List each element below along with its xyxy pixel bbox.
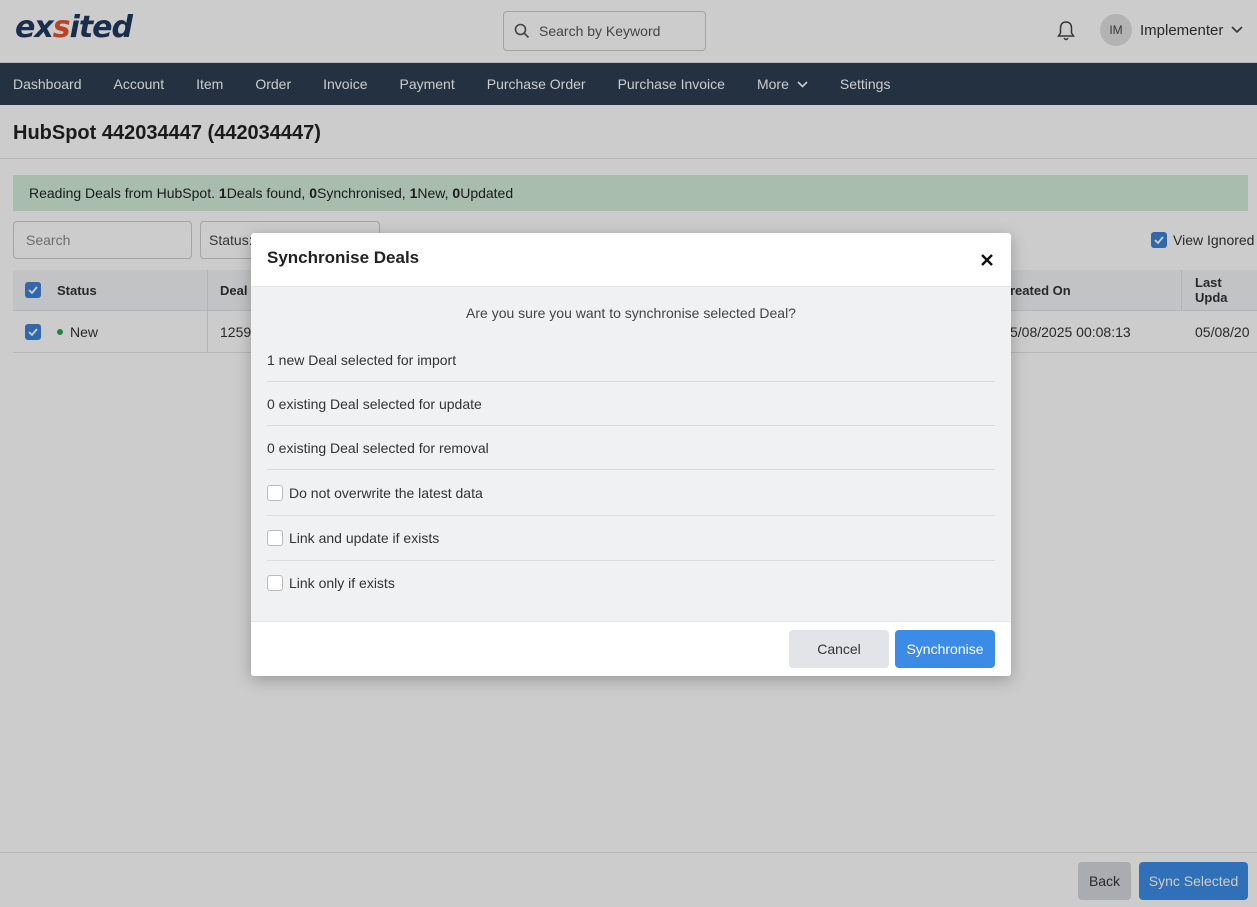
option-no-overwrite[interactable]: Do not overwrite the latest data: [267, 470, 995, 516]
summary-import: 1 new Deal selected for import: [267, 338, 995, 382]
no-overwrite-label: Do not overwrite the latest data: [289, 484, 483, 501]
cancel-button[interactable]: Cancel: [789, 630, 889, 668]
summary-removal: 0 existing Deal selected for removal: [267, 426, 995, 470]
confirm-question: Are you sure you want to synchronise sel…: [466, 305, 796, 321]
dialog-body: Are you sure you want to synchronise sel…: [251, 287, 1011, 621]
dialog-footer: Cancel Synchronise: [251, 621, 1011, 676]
dialog-title: Synchronise Deals: [267, 248, 420, 267]
option-link-update[interactable]: Link and update if exists: [267, 516, 995, 561]
link-only-label: Link only if exists: [289, 575, 395, 591]
no-overwrite-checkbox[interactable]: [267, 484, 283, 501]
synchronise-button[interactable]: Synchronise: [895, 630, 995, 668]
link-update-label: Link and update if exists: [289, 530, 440, 546]
link-only-checkbox[interactable]: [267, 575, 283, 591]
dialog-header: Synchronise Deals: [251, 233, 1011, 287]
close-icon[interactable]: [978, 251, 996, 269]
link-update-checkbox[interactable]: [267, 530, 283, 546]
synchronise-dialog: Synchronise Deals Are you sure you want …: [251, 233, 1011, 676]
option-link-only[interactable]: Link only if exists: [267, 561, 995, 605]
summary-update: 0 existing Deal selected for update: [267, 382, 995, 426]
